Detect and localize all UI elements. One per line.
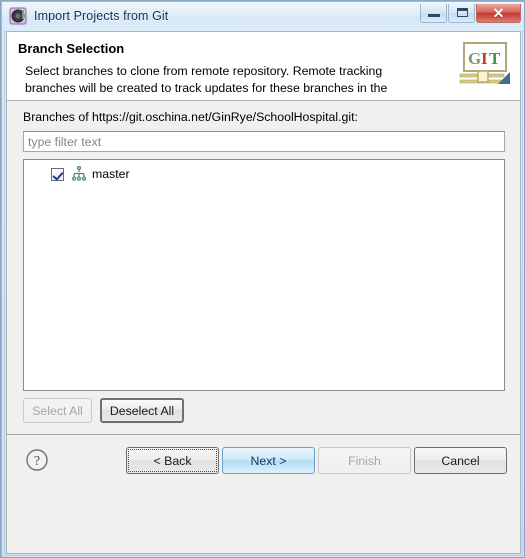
maximize-icon (457, 8, 468, 17)
close-icon: ✕ (492, 4, 505, 21)
page-description: Select branches to clone from remote rep… (25, 64, 388, 95)
svg-text:?: ? (34, 454, 40, 469)
svg-text:I: I (481, 49, 488, 68)
deselect-all-button[interactable]: Deselect All (100, 398, 184, 423)
branches-label: Branches of https://git.oschina.net/GinR… (23, 110, 358, 124)
branch-label: master (92, 167, 130, 181)
minimize-button[interactable] (420, 4, 447, 23)
selection-buttons: Select All Deselect All (23, 398, 192, 423)
window-title: Import Projects from Git (34, 9, 169, 23)
git-branch-icon (71, 165, 87, 182)
maximize-button[interactable] (448, 4, 475, 23)
git-logo-icon: G I T (454, 38, 512, 96)
help-question-icon[interactable]: ? (25, 448, 49, 472)
filter-input[interactable] (23, 131, 505, 152)
minimize-icon (428, 14, 440, 17)
svg-text:T: T (489, 49, 501, 68)
cancel-button[interactable]: Cancel (414, 447, 507, 474)
wizard-body: Branches of https://git.oschina.net/GinR… (7, 101, 520, 494)
window-controls: ✕ (419, 4, 521, 23)
finish-button[interactable]: Finish (318, 447, 411, 474)
branch-list[interactable]: master (23, 159, 505, 391)
dialog-window: Import Projects from Git ✕ Branch Select… (0, 0, 525, 558)
close-button[interactable]: ✕ (476, 4, 521, 23)
next-button[interactable]: Next > (222, 447, 315, 474)
select-all-button[interactable]: Select All (23, 398, 92, 423)
wizard-footer: ? < Back Next > Finish Cancel (7, 434, 520, 494)
page-title: Branch Selection (18, 41, 125, 56)
back-button[interactable]: < Back (126, 447, 219, 474)
wizard-header: Branch Selection Select branches to clon… (7, 32, 520, 101)
dialog-client-area: Branch Selection Select branches to clon… (6, 31, 521, 554)
list-item[interactable]: master (24, 164, 504, 184)
navigation-buttons: < Back Next > Finish Cancel (123, 447, 507, 474)
branch-checkbox[interactable] (51, 167, 64, 181)
eclipse-wizard-icon (9, 7, 27, 25)
svg-text:G: G (468, 49, 481, 68)
title-bar[interactable]: Import Projects from Git ✕ (2, 2, 524, 30)
